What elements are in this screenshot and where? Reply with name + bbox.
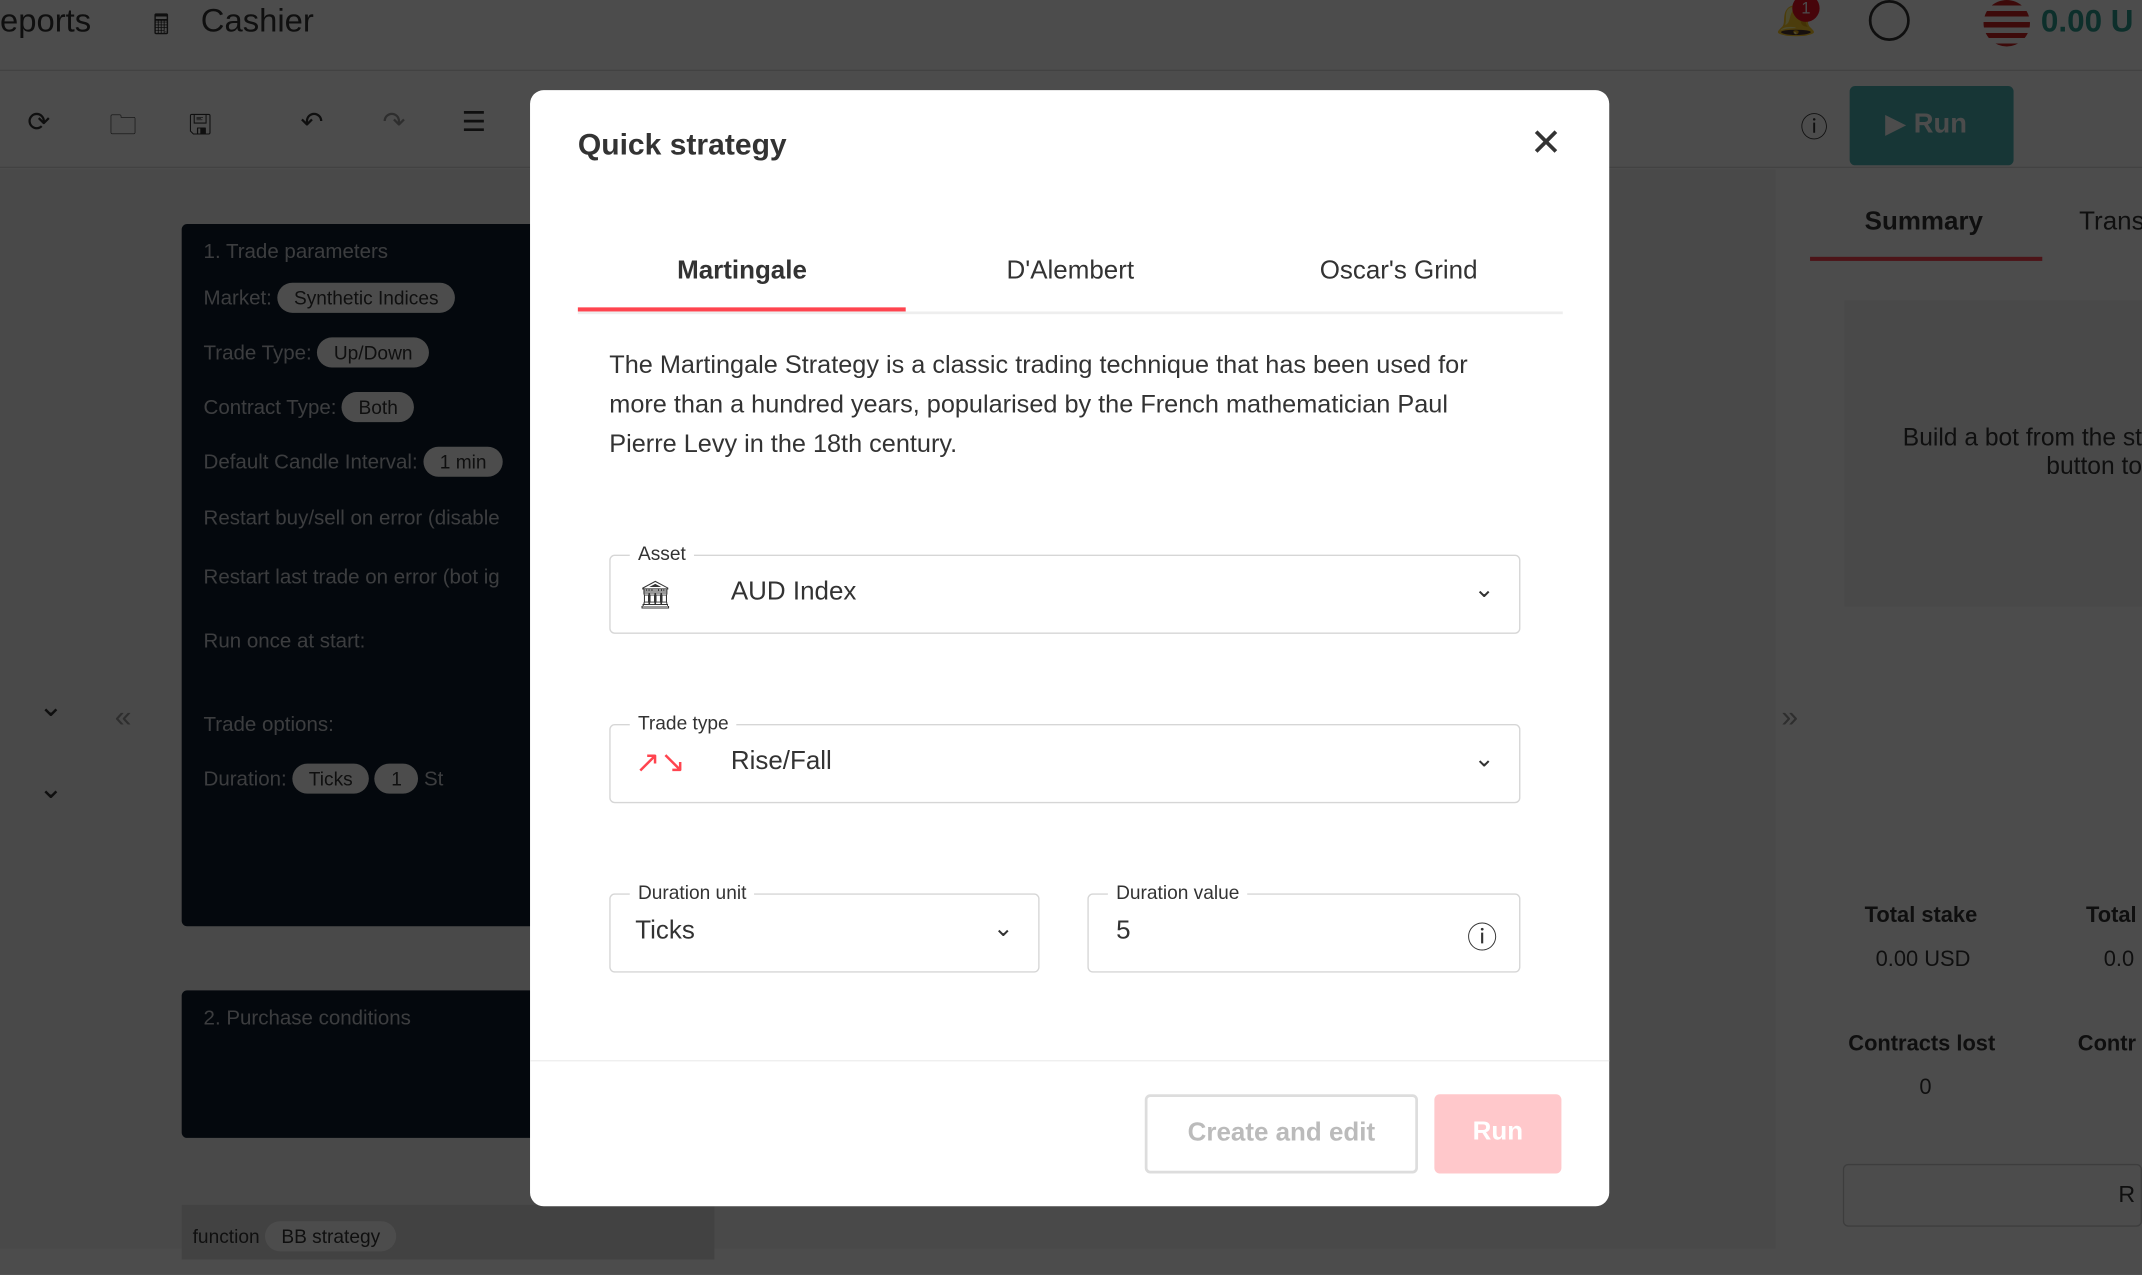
collapse-left-icon[interactable]: «: [115, 699, 132, 735]
total-stake-value: 0.00 USD: [1875, 948, 1971, 972]
duration-value-input[interactable]: Duration value 5 ⓘ: [1087, 881, 1521, 973]
nav-reports[interactable]: eports: [0, 3, 91, 41]
sort-blocks-icon[interactable]: ☰: [462, 105, 487, 139]
asset-dropdown[interactable]: Asset 🏛 AUD Index ⌄: [609, 542, 1521, 634]
tab-martingale[interactable]: Martingale: [577, 240, 907, 312]
chevron-down-icon[interactable]: ⌄: [38, 770, 63, 806]
total-payout-value: 0.0: [2103, 948, 2135, 972]
stake-label: St: [423, 767, 444, 791]
info-icon[interactable]: ⓘ: [1467, 914, 1497, 958]
aud-index-icon: 🏛: [637, 580, 673, 611]
duration-input[interactable]: 1: [374, 763, 419, 794]
run-bot-button[interactable]: ▶ Run: [1849, 86, 2014, 166]
trade-type-label: Trade Type:: [203, 341, 312, 365]
candle-interval-dropdown[interactable]: 1 min: [423, 446, 503, 477]
undo-icon[interactable]: ↶: [301, 105, 324, 139]
redo-icon[interactable]: ↷: [382, 105, 405, 139]
info-icon[interactable]: ⓘ: [1800, 105, 1827, 145]
account-balance[interactable]: 0.00 U: [2041, 3, 2134, 40]
contracts-lost-value: 0: [1919, 1076, 1932, 1100]
contract-type-label: Contract Type:: [203, 396, 337, 420]
duration-label: Duration:: [203, 767, 287, 791]
purchase-conditions-block[interactable]: 2. Purchase conditions: [181, 990, 537, 1138]
trade-type-value: Rise/Fall: [730, 747, 832, 776]
run-once-label: Run once at start:: [203, 629, 366, 653]
chevron-down-icon: ⌄: [1473, 744, 1495, 772]
expand-right-icon[interactable]: »: [1781, 699, 1798, 735]
contracts-won-label: Contr: [2077, 1032, 2137, 1056]
run-bot-label: Run: [1913, 109, 1967, 140]
chevron-down-icon: ⌄: [1473, 575, 1495, 603]
market-dropdown[interactable]: Synthetic Indices: [277, 282, 455, 313]
create-and-edit-button[interactable]: Create and edit: [1144, 1094, 1418, 1174]
chevron-down-icon[interactable]: ⌄: [38, 688, 63, 724]
trade-parameters-block[interactable]: 1. Trade parameters Market: Synthetic In…: [181, 224, 537, 927]
tab-transactions[interactable]: Trans: [2079, 208, 2142, 238]
restart-last-trade: Restart last trade on error (bot ig: [203, 565, 500, 589]
asset-label: Asset: [629, 542, 694, 565]
nav-cashier[interactable]: Cashier: [201, 3, 314, 41]
block-title: 2. Purchase conditions: [203, 1006, 411, 1031]
function-name[interactable]: BB strategy: [264, 1221, 397, 1252]
trade-type-dropdown[interactable]: Up/Down: [317, 337, 429, 368]
top-header: eports 🖩 Cashier 🔔 1 0.00 U: [0, 0, 2142, 72]
tab-dalembert[interactable]: D'Alembert: [906, 240, 1234, 311]
restart-buy-sell: Restart buy/sell on error (disable: [203, 506, 500, 531]
duration-value-label: Duration value: [1107, 881, 1248, 903]
contracts-lost-label: Contracts lost: [1848, 1032, 1996, 1056]
right-panel: Summary Trans Build a bot from the st bu…: [1810, 169, 2142, 1249]
duration-unit-dropdown[interactable]: Duration unit Ticks ⌄: [609, 881, 1040, 973]
reset-label: R: [2118, 1181, 2136, 1208]
open-folder-icon[interactable]: 🗀: [109, 105, 136, 151]
contract-type-dropdown[interactable]: Both: [342, 392, 415, 423]
tab-oscars-grind[interactable]: Oscar's Grind: [1234, 240, 1562, 311]
duration-unit-value: Ticks: [635, 916, 695, 946]
active-tab-indicator: [1810, 256, 2043, 261]
market-label: Market:: [203, 286, 272, 311]
save-icon[interactable]: 🖫: [189, 105, 212, 151]
duration-value: 5: [1116, 916, 1131, 946]
footer-divider: [530, 1060, 1610, 1062]
total-payout-label: Total: [2085, 904, 2137, 928]
close-icon[interactable]: ✕: [1530, 120, 1562, 165]
block-title: 1. Trade parameters: [203, 240, 389, 264]
total-stake-label: Total stake: [1864, 904, 1978, 928]
reset-icon[interactable]: ⟳: [27, 105, 50, 139]
modal-title: Quick strategy: [577, 127, 787, 162]
tab-summary[interactable]: Summary: [1865, 208, 1983, 238]
account-icon[interactable]: [1868, 0, 1910, 41]
trade-options-label: Trade options:: [203, 713, 334, 737]
empty-state-text: button to: [2046, 452, 2142, 480]
duration-unit-dropdown[interactable]: Ticks: [292, 763, 370, 794]
trade-type-dropdown[interactable]: Trade type ↗↘ Rise/Fall ⌄: [609, 711, 1521, 804]
asset-value: AUD Index: [730, 577, 857, 607]
us-flag-icon: [1983, 0, 2030, 47]
duration-unit-label: Duration unit: [629, 881, 755, 903]
run-button[interactable]: Run: [1434, 1094, 1562, 1174]
rise-fall-icon: ↗↘: [635, 744, 686, 779]
cashier-icon: 🖩: [152, 10, 170, 41]
reset-button[interactable]: R: [1842, 1163, 2142, 1227]
function-block[interactable]: function BB strategy: [181, 1204, 715, 1260]
quick-strategy-modal: Quick strategy ✕ Martingale D'Alembert O…: [530, 90, 1610, 1207]
empty-state-text: Build a bot from the st: [1902, 423, 2142, 451]
function-label: function: [192, 1225, 260, 1248]
candle-interval-label: Default Candle Interval:: [203, 450, 418, 475]
strategy-tabs: Martingale D'Alembert Oscar's Grind: [577, 240, 1563, 315]
strategy-description: The Martingale Strategy is a classic tra…: [609, 349, 1468, 458]
chevron-down-icon: ⌄: [993, 913, 1014, 942]
trade-type-label: Trade type: [629, 711, 737, 734]
